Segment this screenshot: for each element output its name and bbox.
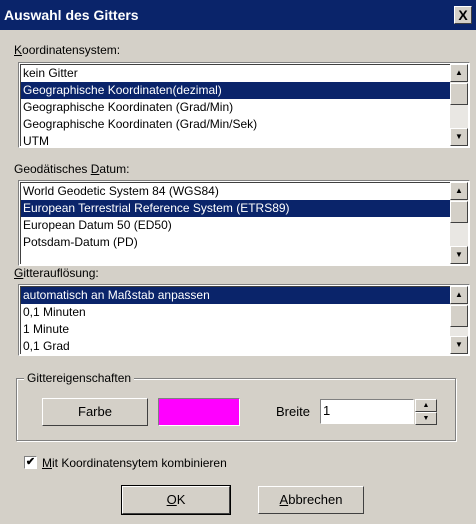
grid-selection-dialog: Auswahl des Gitters X Koordinatensystem:… (0, 0, 476, 524)
coord-system-label-text: oordinatensystem: (22, 43, 121, 57)
coord-system-label: Koordinatensystem: (14, 43, 120, 57)
cancel-button[interactable]: Abbrechen (258, 486, 364, 514)
ok-mnemonic: O (166, 492, 177, 507)
datum-label-text: atum: (99, 162, 130, 176)
list-item-selected[interactable]: Geographische Koordinaten(dezimal) (21, 82, 450, 99)
list-item[interactable]: Potsdam-Datum (PD) (21, 234, 450, 251)
datum-list: World Geodetic System 84 (WGS84) Europea… (20, 182, 450, 264)
scroll-down-icon[interactable]: ▼ (450, 246, 468, 264)
datum-scrollbar[interactable]: ▲ ▼ (450, 182, 468, 264)
list-item[interactable]: 0,1 Grad (21, 338, 450, 354)
resolution-label: Gitterauflösung: (14, 266, 99, 280)
scroll-down-icon[interactable]: ▼ (450, 128, 468, 146)
spin-up-icon[interactable]: ▲ (415, 399, 437, 412)
combine-checkbox[interactable]: ✔ (24, 456, 37, 469)
grid-properties-title: Gittereigenschaften (24, 371, 135, 385)
resolution-scrollbar[interactable]: ▲ ▼ (450, 286, 468, 354)
scroll-thumb[interactable] (450, 305, 468, 327)
list-item[interactable]: Geographische Koordinaten (Grad/Min) (21, 99, 450, 116)
resolution-list: automatisch an Maßstab anpassen 0,1 Minu… (20, 286, 450, 354)
cancel-mnemonic: A (279, 492, 289, 507)
list-item[interactable]: European Datum 50 (ED50) (21, 217, 450, 234)
spin-down-icon[interactable]: ▼ (415, 412, 437, 425)
scroll-up-icon[interactable]: ▲ (450, 182, 468, 200)
scroll-thumb[interactable] (450, 201, 468, 223)
resolution-listbox[interactable]: automatisch an Maßstab anpassen 0,1 Minu… (18, 284, 470, 356)
scroll-up-icon[interactable]: ▲ (450, 286, 468, 304)
width-input[interactable]: 1 (320, 399, 414, 424)
list-item[interactable]: UTM (21, 133, 450, 146)
width-label: Breite (276, 404, 310, 419)
datum-listbox[interactable]: World Geodetic System 84 (WGS84) Europea… (18, 180, 470, 266)
combine-label-mnemonic: M (42, 456, 52, 470)
title-bar: Auswahl des Gitters X (0, 0, 476, 30)
coord-system-label-mnemonic: K (14, 43, 23, 57)
datum-label: Geodätisches Datum: (14, 162, 129, 176)
coord-system-listbox[interactable]: kein Gitter Geographische Koordinaten(de… (18, 62, 470, 148)
scroll-down-icon[interactable]: ▼ (450, 336, 468, 354)
ok-button[interactable]: OK (122, 486, 230, 514)
coord-system-list: kein Gitter Geographische Koordinaten(de… (20, 64, 450, 146)
datum-label-pre: Geodätisches (14, 162, 91, 176)
list-item[interactable]: Geographische Koordinaten (Grad/Min/Sek) (21, 116, 450, 133)
list-item[interactable]: World Geodetic System 84 (WGS84) (21, 183, 450, 200)
list-item[interactable]: 0,1 Minuten (21, 304, 450, 321)
combine-label[interactable]: Mit Koordinatensytem kombinieren (42, 456, 227, 470)
list-item-selected[interactable]: European Terrestrial Reference System (E… (21, 200, 450, 217)
list-item[interactable]: 1 Minute (21, 321, 450, 338)
close-icon[interactable]: X (454, 6, 472, 24)
resolution-label-mnemonic: G (14, 266, 24, 280)
coord-system-scrollbar[interactable]: ▲ ▼ (450, 64, 468, 146)
resolution-label-text: itterauflösung: (23, 266, 99, 280)
cancel-label: bbrechen (288, 492, 343, 507)
color-button[interactable]: Farbe (42, 398, 148, 426)
combine-label-text: it Koordinatensytem kombinieren (52, 456, 227, 470)
color-swatch (158, 398, 240, 426)
list-item[interactable]: kein Gitter (21, 65, 450, 82)
dialog-title: Auswahl des Gitters (4, 7, 139, 23)
scroll-thumb[interactable] (450, 83, 468, 105)
scroll-up-icon[interactable]: ▲ (450, 64, 468, 82)
list-item-selected[interactable]: automatisch an Maßstab anpassen (21, 287, 450, 304)
ok-label: K (176, 492, 186, 507)
